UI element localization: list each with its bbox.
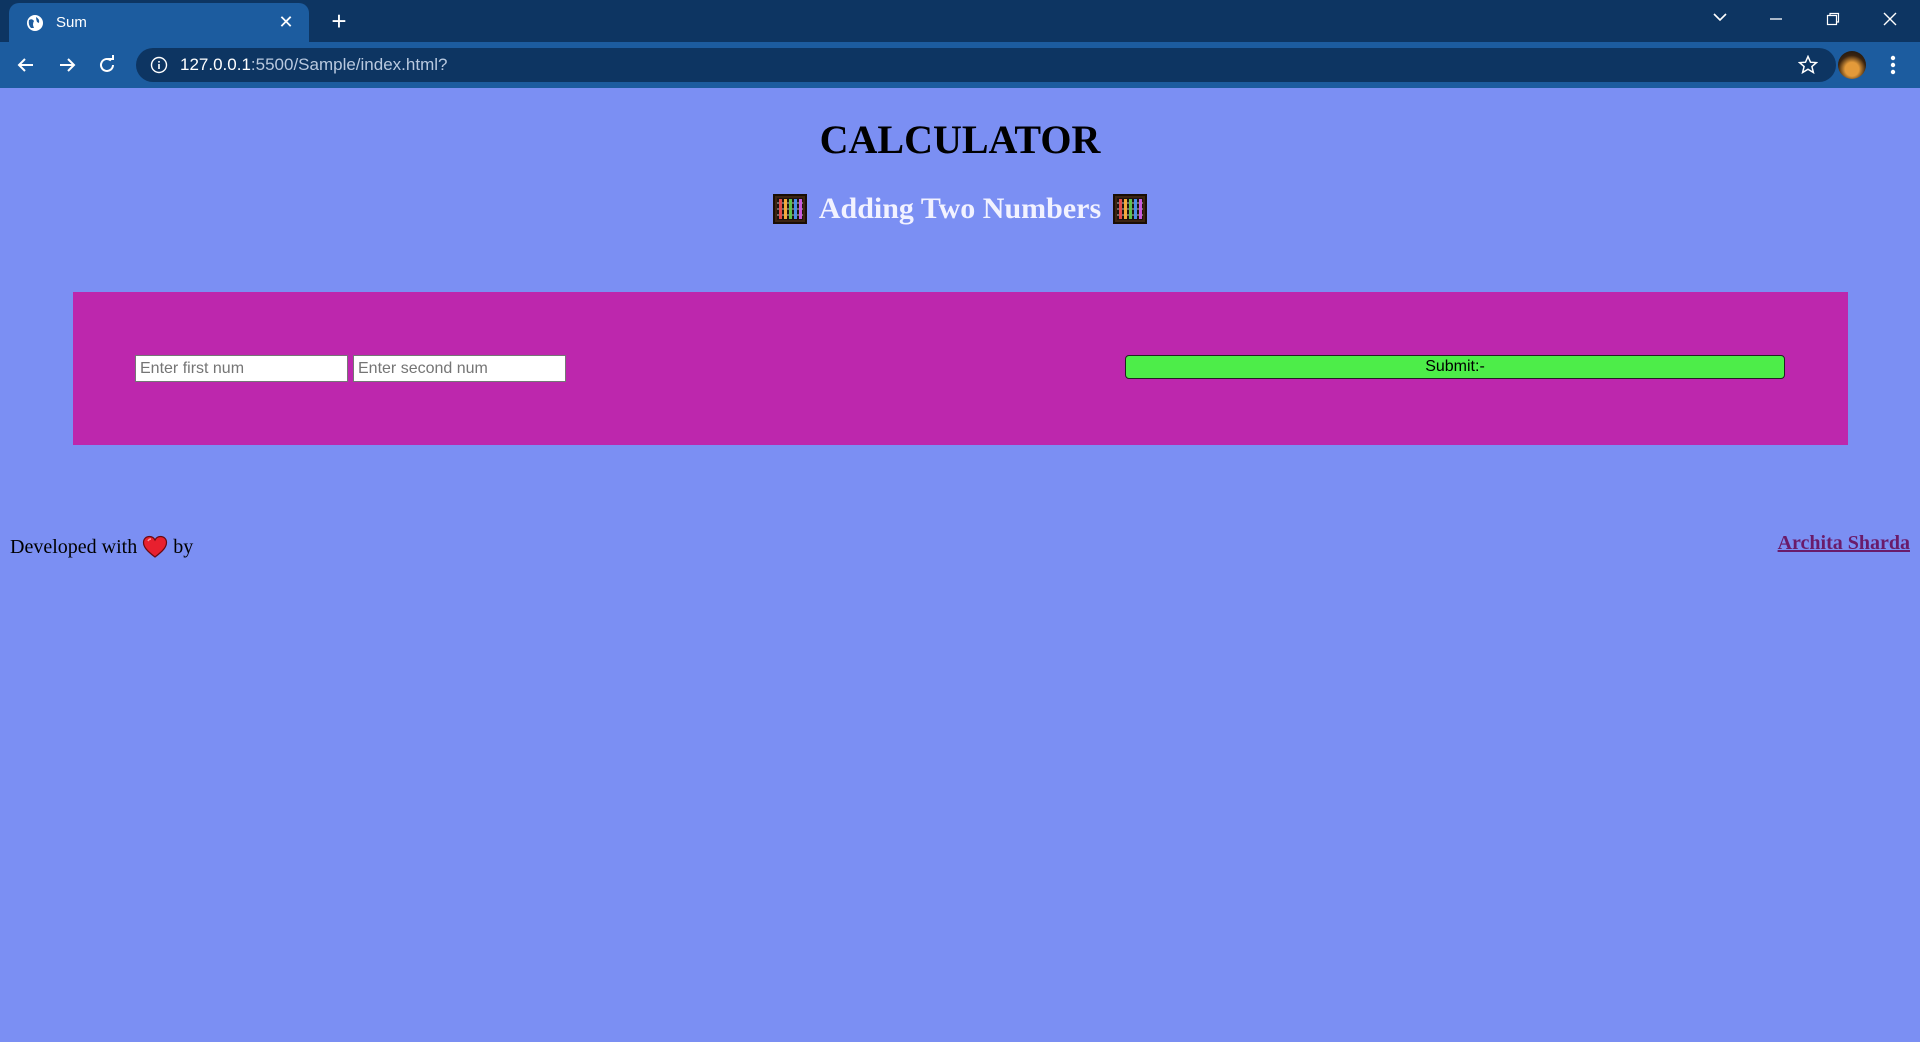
minimize-icon	[1770, 18, 1782, 20]
info-icon[interactable]	[150, 56, 168, 74]
heart-icon	[143, 535, 168, 558]
second-number-input[interactable]	[353, 355, 566, 382]
page-content: CALCULATOR Adding Two Numbers Submit:- D…	[0, 88, 1920, 1042]
new-tab-button[interactable]: +	[325, 8, 353, 36]
footer-developed-with: Developed with	[10, 535, 138, 558]
browser-toolbar: 127.0.0.1:5500/Sample/index.html?	[0, 42, 1920, 88]
subtitle-text: Adding Two Numbers	[818, 192, 1102, 225]
reload-button[interactable]	[91, 49, 123, 81]
restore-button[interactable]	[1813, 4, 1853, 36]
bookmark-star-icon[interactable]	[1798, 55, 1818, 75]
page-subtitle: Adding Two Numbers	[0, 192, 1920, 226]
browser-tabstrip: Sum ✕ +	[0, 0, 1920, 42]
first-number-input[interactable]	[135, 355, 348, 382]
minimize-button[interactable]	[1756, 4, 1796, 36]
forward-button[interactable]	[51, 49, 83, 81]
author-link[interactable]: Archita Sharda	[1778, 532, 1910, 555]
globe-icon	[27, 14, 43, 31]
reload-icon	[100, 55, 114, 72]
close-window-button[interactable]	[1870, 4, 1910, 36]
profile-avatar[interactable]	[1838, 51, 1866, 79]
page-title: CALCULATOR	[819, 117, 1101, 162]
address-bar[interactable]: 127.0.0.1:5500/Sample/index.html?	[136, 48, 1836, 82]
chevron-down-icon	[1713, 13, 1727, 22]
calculator-form: Submit:-	[73, 292, 1848, 445]
back-button[interactable]	[10, 49, 42, 81]
tab-close-icon[interactable]: ✕	[275, 12, 297, 33]
url-host: 127.0.0.1	[180, 55, 251, 74]
footer-credit: Developed with by	[10, 535, 193, 559]
tab-search-button[interactable]	[1700, 4, 1740, 36]
arrow-right-icon	[60, 58, 76, 72]
restore-icon	[1826, 12, 1840, 26]
more-options-icon[interactable]	[1880, 51, 1906, 79]
submit-button[interactable]: Submit:-	[1125, 355, 1785, 379]
abacus-icon	[1113, 194, 1148, 224]
close-icon	[1883, 12, 1897, 26]
footer-by: by	[173, 535, 194, 558]
url-path: :5500/Sample/index.html?	[250, 55, 448, 74]
arrow-left-icon	[17, 58, 33, 72]
tab-title: Sum	[56, 14, 87, 31]
browser-tab[interactable]: Sum ✕	[9, 3, 309, 42]
abacus-icon	[772, 194, 807, 224]
